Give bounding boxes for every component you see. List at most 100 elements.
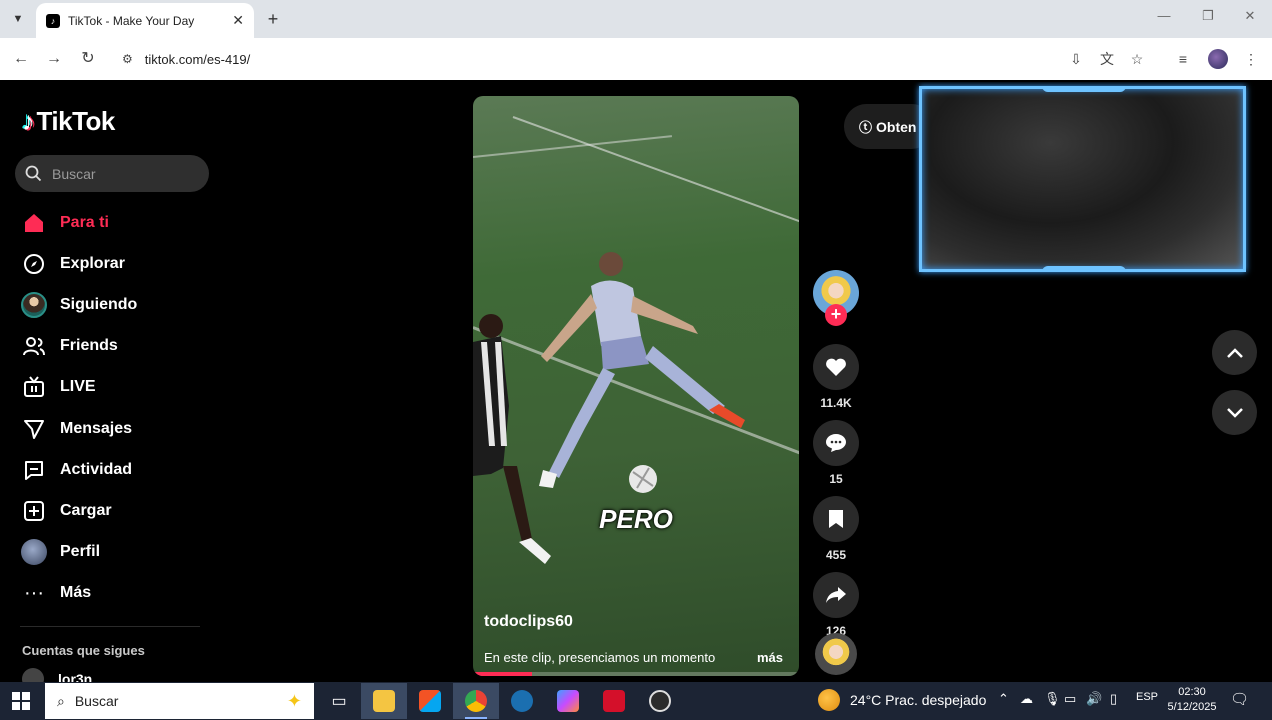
sidebar-item-label: LIVE [60,378,96,396]
address-bar[interactable]: ⚙ tiktok.com/es-419/ [112,44,1152,74]
sidebar-item-siguiendo[interactable]: Siguiendo [18,284,218,325]
tiktok-logo[interactable]: ♪ TikTok [22,106,115,137]
obs-icon[interactable] [637,683,683,719]
sidebar-item-label: Friends [60,337,118,355]
search-box[interactable] [15,155,209,192]
bookmark-star-icon[interactable]: ☆ [1127,49,1147,69]
share-button[interactable] [813,572,859,618]
video-caption-overlay: PERO [599,504,673,534]
windows-start-icon[interactable] [12,692,30,710]
microsoft-store-icon[interactable] [407,683,453,719]
sidebar-item-label: Mensajes [60,419,133,437]
compass-icon [18,250,50,278]
onedrive-cloud-icon[interactable]: ☁ [1020,691,1033,707]
sidebar-item-label: Actividad [60,460,133,478]
sidebar-item-para-ti[interactable]: Para ti [18,202,218,243]
chrome-icon[interactable] [453,683,499,719]
video-actions: + 11.4K 15 455 126 [813,270,859,640]
weather-widget[interactable]: 24°C Prac. despejado [818,689,986,711]
sidebar-item-mensajes[interactable]: Mensajes [18,408,218,449]
activity-icon [18,456,50,484]
sidebar-item-explorar[interactable]: Explorar [18,243,218,284]
video-author[interactable]: todoclips60 [484,613,573,631]
sidebar-divider [20,626,200,627]
following-account-name: lor3n [58,671,93,682]
battery-icon[interactable]: ▯ [1110,691,1117,707]
notification-icon[interactable]: 🗨 [1230,690,1249,708]
get-app-label: Obten [876,118,917,135]
site-info-icon[interactable]: ⚙ [122,52,133,66]
minimize-icon[interactable]: — [1154,8,1174,23]
next-video-button[interactable] [1212,390,1257,435]
video-progress-fill [473,672,532,676]
system-clock[interactable]: 02:30 5/12/2025 [1166,685,1218,715]
following-account-row[interactable]: lor3n [22,668,92,682]
comment-count: 15 [829,472,843,486]
sidebar-item-label: Siguiendo [60,295,138,313]
translate-icon[interactable]: 文 [1097,49,1117,69]
save-count: 455 [825,548,847,562]
sidebar-item-label: Para ti [60,213,109,231]
volume-icon[interactable]: 🔊 [1086,691,1102,707]
music-disc-avatar[interactable] [815,633,857,675]
browser-tab[interactable]: ♪ TikTok - Make Your Day ✕ [36,3,254,38]
like-button[interactable] [813,344,859,390]
following-avatar-icon [18,291,50,319]
search-input[interactable] [52,165,192,182]
home-icon [18,209,50,237]
share-arrow-icon [826,587,846,603]
sidebar-item-cargar[interactable]: Cargar [18,490,218,531]
video-progress-bar[interactable] [473,672,799,676]
install-app-icon[interactable]: ⇩ [1066,49,1086,69]
more-description-link[interactable]: más [757,650,783,665]
window-close-icon[interactable]: ✕ [1240,8,1260,24]
media-controls-icon[interactable]: ≡ [1173,49,1193,69]
tiktok-note-icon: ♪ [22,106,35,136]
sidebar-item-live[interactable]: LIVE [18,367,218,408]
sidebar-item-friends[interactable]: Friends [18,326,218,367]
file-explorer-icon[interactable] [361,683,407,719]
sidebar-nav: Para ti Explorar Siguiendo Friends LIVE [18,202,218,614]
tiktok-favicon-icon: ♪ [46,13,60,28]
restore-icon[interactable]: ❐ [1198,8,1218,24]
sidebar-item-label: Perfil [60,543,101,561]
live-tv-icon [18,373,50,401]
weather-text: 24°C Prac. despejado [850,692,987,708]
upload-plus-icon [18,497,50,525]
like-count: 11.4K [820,396,852,410]
sidebar-item-actividad[interactable]: Actividad [18,449,218,490]
language-indicator[interactable]: ESP [1136,691,1158,703]
forward-icon[interactable]: → [43,48,65,70]
back-icon[interactable]: ← [10,48,32,70]
steam-icon[interactable] [499,683,545,719]
comment-button[interactable] [813,420,859,466]
chevron-down-icon [1226,407,1243,418]
network-icon[interactable]: ▭ [1064,691,1076,707]
save-button[interactable] [813,496,859,542]
reload-icon[interactable]: ↻ [77,48,99,70]
adobe-icon[interactable] [591,683,637,719]
sidebar-item-mas[interactable]: ··· Más [18,573,218,614]
creator-avatar[interactable]: + [813,270,859,326]
copilot-icon[interactable] [545,683,591,719]
frame-top-tab [1042,86,1126,92]
microphone-icon[interactable]: 🎙 [1044,691,1061,707]
menu-kebab-icon[interactable]: ⋮ [1241,49,1261,69]
previous-video-button[interactable] [1212,330,1257,375]
follow-plus-button[interactable]: + [825,304,847,326]
sparkle-icon: ✦ [286,690,302,711]
tab-search-chevron-icon[interactable]: ▼ [6,7,30,31]
profile-avatar[interactable] [1208,49,1228,69]
taskbar-search[interactable]: ⌕ Buscar ✦ [45,683,314,719]
tab-close-icon[interactable]: ✕ [232,12,244,29]
tray-chevron-up-icon[interactable]: ⌃ [998,691,1009,707]
new-tab-button[interactable]: + [262,8,284,30]
decorative-overlay-frame [919,86,1246,272]
soccer-players-image [473,252,745,564]
avatar [22,668,44,682]
sidebar-item-perfil[interactable]: Perfil [18,532,218,573]
video-player[interactable]: PERO todoclips60 En este clip, presencia… [473,96,799,676]
search-icon [25,165,42,182]
task-view-icon[interactable]: ▭ [316,683,362,719]
browser-tabstrip: ▼ ♪ TikTok - Make Your Day ✕ + — ❐ ✕ [0,0,1272,38]
